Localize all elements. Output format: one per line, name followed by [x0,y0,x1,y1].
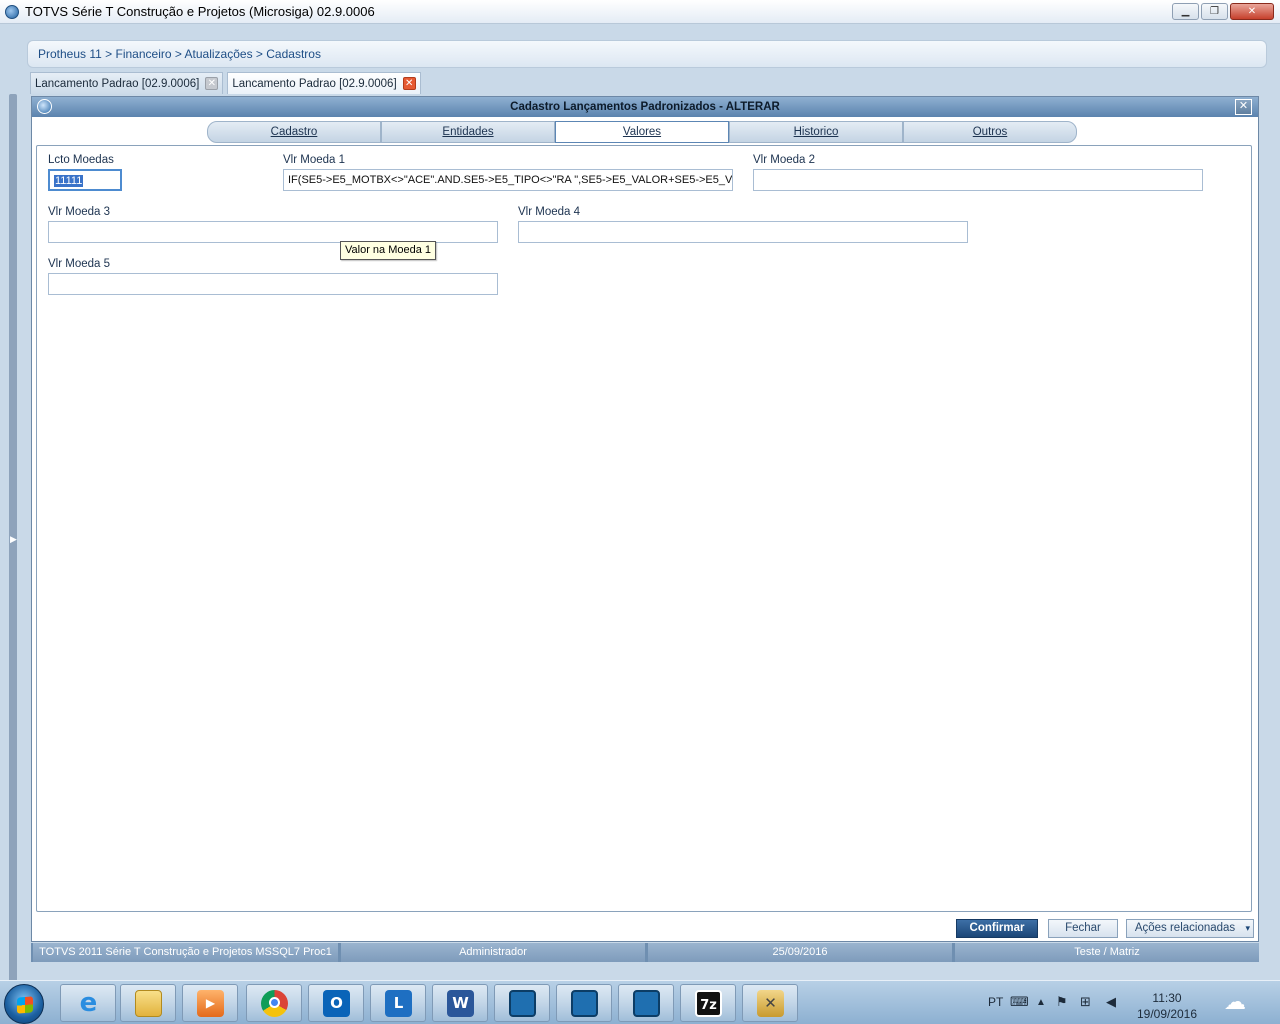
7zip-icon: 7z [695,990,722,1017]
form-panel: Lcto Moedas 11111 Vlr Moeda 1 IF(SE5->E5… [36,145,1252,912]
restore-button[interactable]: ❐ [1201,3,1228,20]
doc-tab-label: Lancamento Padrao [02.9.0006] [232,77,397,90]
internet-explorer-icon: e [79,988,98,1018]
confirm-button[interactable]: Confirmar [956,919,1038,938]
vlr-moeda-3-label: Vlr Moeda 3 [48,206,111,218]
action-center-flag-icon[interactable]: ⚑ [1056,994,1068,1010]
close-tab-icon[interactable]: ✕ [205,77,219,90]
status-environment: TOTVS 2011 Série T Construção e Projetos… [33,943,338,962]
tools-icon: ✕ [757,990,784,1017]
outlook-taskbar-button[interactable]: O [308,984,364,1022]
remote-desktop-taskbar-button-2[interactable] [556,984,612,1022]
vlr-moeda-5-label: Vlr Moeda 5 [48,258,111,270]
vlr-moeda-1-label: Vlr Moeda 1 [283,154,346,166]
word-taskbar-button[interactable]: W [432,984,488,1022]
system-tray: PT ⌨ ▲ ⚑ ⊞ ◀ 11:30 19/09/2016 ☁ [980,981,1280,1024]
windows-taskbar: e ▶ O L W 7z ✕ PT ⌨ ▲ ⚑ ⊞ ◀ 11:30 19/09/… [0,980,1280,1024]
doc-tab-1[interactable]: Lancamento Padrao [02.9.0006] ✕ [30,72,224,94]
lync-icon: L [385,990,412,1017]
vlr-moeda-2-field[interactable] [753,169,1203,191]
word-icon: W [447,990,474,1017]
vlr-moeda-4-field[interactable] [518,221,968,243]
section-tabs: Cadastro Entidades Valores Historico Out… [207,121,1077,143]
tools-taskbar-button[interactable]: ✕ [742,984,798,1022]
totvs-app-icon [5,4,19,19]
expand-arrow-icon: ▶ [10,534,17,544]
window-titlebar: TOTVS Série T Construção e Projetos (Mic… [0,0,1280,24]
dialog-button-bar: Confirmar Fechar Ações relacionadas ▾ [32,915,1258,941]
media-player-icon: ▶ [197,990,224,1017]
media-player-taskbar-button[interactable]: ▶ [182,984,238,1022]
7zip-taskbar-button[interactable]: 7z [680,984,736,1022]
monitor-icon [571,990,598,1017]
tab-entidades[interactable]: Entidades [381,121,555,143]
status-bar: TOTVS 2011 Série T Construção e Projetos… [31,943,1259,962]
clock-time: 11:30 [1152,991,1182,1005]
left-panel-strip: ▶ [0,24,22,984]
tab-outros[interactable]: Outros [903,121,1077,143]
lync-taskbar-button[interactable]: L [370,984,426,1022]
close-button[interactable]: Fechar [1048,919,1118,938]
minimize-button[interactable]: ▁ [1172,3,1199,20]
dialog-header: Cadastro Lançamentos Padronizados - ALTE… [32,97,1258,117]
vlr-moeda-2-label: Vlr Moeda 2 [753,154,816,166]
folder-icon [135,990,162,1017]
vlr-moeda-5-field[interactable] [48,273,498,295]
lcto-moedas-value: 11111 [54,175,84,187]
cadastro-dialog: Cadastro Lançamentos Padronizados - ALTE… [31,96,1259,942]
related-actions-button[interactable]: Ações relacionadas ▾ [1126,919,1254,938]
window-title: TOTVS Série T Construção e Projetos (Mic… [25,4,375,19]
cloud-icon[interactable]: ☁ [1224,989,1246,1015]
doc-tab-2[interactable]: Lancamento Padrao [02.9.0006] ✕ [227,72,421,94]
outlook-icon: O [323,990,350,1017]
vlr-moeda-4-label: Vlr Moeda 4 [518,206,581,218]
volume-icon[interactable]: ◀ [1106,994,1116,1010]
clock-date: 19/09/2016 [1136,1007,1198,1021]
network-icon[interactable]: ⊞ [1080,994,1091,1010]
start-button[interactable] [4,984,44,1024]
monitor-icon [509,990,536,1017]
chevron-down-icon: ▾ [1245,923,1250,933]
field-tooltip: Valor na Moeda 1 [340,241,437,260]
close-tab-icon[interactable]: ✕ [402,77,416,90]
close-window-button[interactable]: ✕ [1230,3,1274,20]
chrome-icon [261,990,288,1017]
remote-desktop-taskbar-button-3[interactable] [618,984,674,1022]
tab-valores[interactable]: Valores [555,121,729,143]
status-branch: Teste / Matriz [955,943,1259,962]
monitor-icon [633,990,660,1017]
status-user: Administrador [341,943,645,962]
lcto-moedas-label: Lcto Moedas [48,154,114,166]
doc-tab-label: Lancamento Padrao [02.9.0006] [35,77,200,90]
file-explorer-taskbar-button[interactable] [120,984,176,1022]
language-indicator[interactable]: PT [988,995,1003,1009]
chrome-taskbar-button[interactable] [246,984,302,1022]
lcto-moedas-field[interactable]: 11111 [48,169,122,191]
related-actions-label: Ações relacionadas [1134,922,1236,934]
dialog-title: Cadastro Lançamentos Padronizados - ALTE… [510,101,780,113]
breadcrumb-text[interactable]: Protheus 11 > Financeiro > Atualizações … [38,47,321,61]
taskbar-clock[interactable]: 11:30 19/09/2016 [1132,990,1202,1022]
totvs-logo-icon [37,99,52,114]
vlr-moeda-3-field[interactable] [48,221,498,243]
status-date: 25/09/2016 [648,943,952,962]
breadcrumb: Protheus 11 > Financeiro > Atualizações … [27,40,1267,68]
tab-cadastro[interactable]: Cadastro [207,121,381,143]
remote-desktop-taskbar-button-1[interactable] [494,984,550,1022]
document-tabs: Lancamento Padrao [02.9.0006] ✕ Lancamen… [30,72,421,94]
tab-historico[interactable]: Historico [729,121,903,143]
dialog-close-button[interactable]: ✕ [1235,99,1252,115]
keyboard-icon[interactable]: ⌨ [1010,994,1029,1010]
internet-explorer-taskbar-button[interactable]: e [60,984,116,1022]
show-hidden-icons-icon[interactable]: ▲ [1036,997,1046,1008]
vlr-moeda-1-field[interactable]: IF(SE5->E5_MOTBX<>"ACE".AND.SE5->E5_TIPO… [283,169,733,191]
